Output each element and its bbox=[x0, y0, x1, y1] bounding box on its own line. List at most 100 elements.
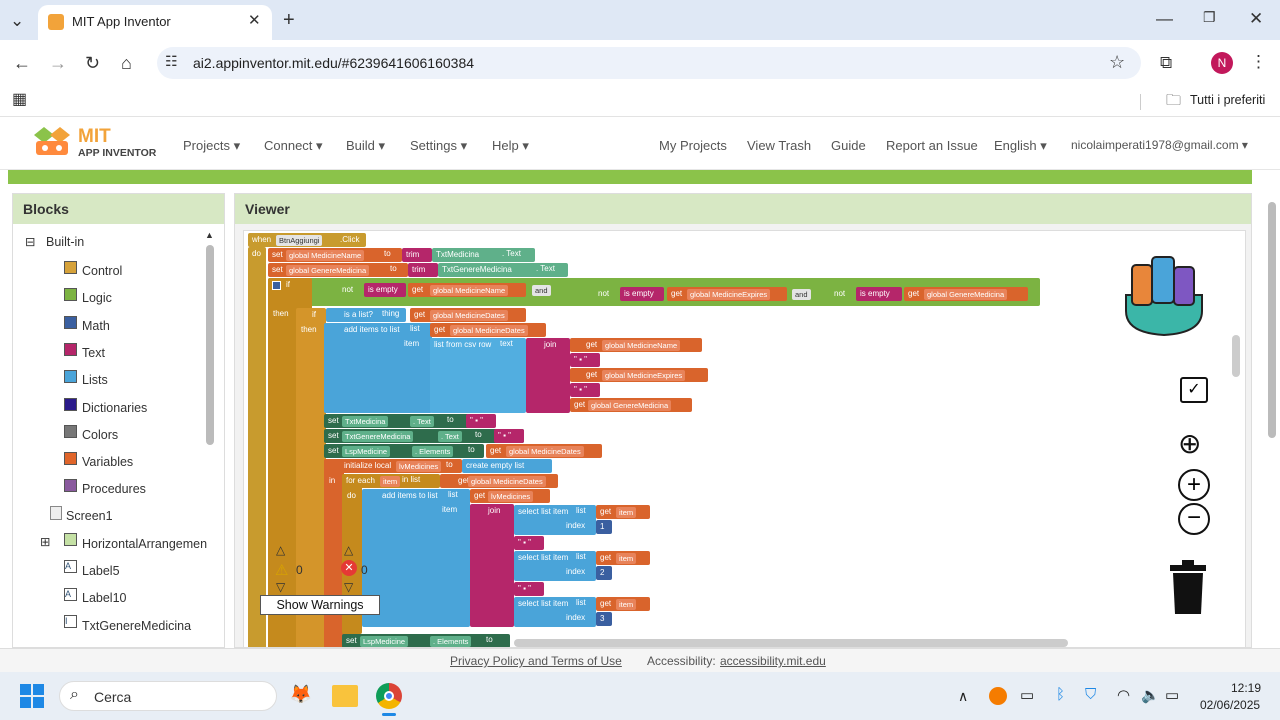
component-txtgeneremedicina[interactable]: TxtGenereMedicina bbox=[82, 619, 191, 633]
component-chip[interactable]: LspMedicine bbox=[342, 446, 391, 457]
volume-icon[interactable]: 🔈 bbox=[1141, 686, 1160, 704]
component-horizontal-arrangement[interactable]: HorizontalArrangemen bbox=[82, 537, 207, 551]
var-chip[interactable]: item bbox=[616, 599, 637, 610]
property-chip[interactable]: . Text bbox=[438, 431, 462, 442]
component-chip[interactable]: LspMedicine bbox=[360, 636, 409, 647]
menu-settings[interactable]: Settings ▾ bbox=[410, 138, 467, 154]
var-chip[interactable]: lvMedicines bbox=[488, 491, 534, 502]
index-number-block[interactable]: 2 bbox=[596, 566, 612, 580]
component-chip[interactable]: TxtMedicina bbox=[342, 416, 389, 427]
var-chip[interactable]: global GenereMedicina bbox=[588, 400, 672, 411]
omnibox[interactable]: ☷ ai2.appinventor.mit.edu/#6239641606160… bbox=[157, 47, 1141, 79]
var-chip[interactable]: item bbox=[616, 507, 637, 518]
bookmark-star-icon[interactable]: ☆ bbox=[1109, 53, 1125, 71]
property-chip[interactable]: . Text bbox=[410, 416, 434, 427]
component-label5[interactable]: Label5 bbox=[82, 564, 120, 578]
wifi-icon[interactable]: ◠ bbox=[1117, 686, 1130, 704]
accessibility-link[interactable]: accessibility.mit.edu bbox=[720, 654, 826, 668]
and-dropdown[interactable]: and bbox=[792, 289, 811, 300]
tray-app-icon[interactable] bbox=[989, 687, 1007, 705]
builtin-category-text[interactable]: Text bbox=[82, 346, 105, 360]
report-issue-link[interactable]: Report an Issue bbox=[886, 138, 978, 153]
show-warnings-button[interactable]: Show Warnings bbox=[260, 595, 380, 615]
init-local-header[interactable]: initialize local bbox=[324, 459, 462, 473]
recenter-icon[interactable]: ⊕ bbox=[1178, 427, 1201, 460]
battery-icon[interactable]: ▭ bbox=[1165, 686, 1179, 704]
var-chip[interactable]: item bbox=[616, 553, 637, 564]
gimp-app-icon[interactable]: 🦊 bbox=[288, 684, 314, 708]
extensions-icon[interactable]: ⧉ bbox=[1160, 54, 1172, 71]
property-chip[interactable]: . Elements bbox=[412, 446, 454, 457]
var-chip[interactable]: global MedicineDates bbox=[450, 325, 528, 336]
var-chip[interactable]: global MedicineDates bbox=[506, 446, 584, 457]
local-var-chip[interactable]: lvMedicines bbox=[396, 461, 442, 472]
zoom-out-icon[interactable]: − bbox=[1178, 503, 1210, 535]
var-chip[interactable]: global GenereMedicina bbox=[924, 289, 1008, 300]
component-chip[interactable]: TxtGenereMedicina bbox=[342, 431, 414, 442]
new-tab-icon[interactable]: + bbox=[283, 10, 295, 30]
browser-tab[interactable]: MIT App Inventor ✕ bbox=[38, 5, 272, 40]
url-text[interactable]: ai2.appinventor.mit.edu/#623964160616038… bbox=[193, 55, 474, 71]
builtin-toggle-icon[interactable]: ⊟ bbox=[25, 234, 35, 249]
var-chip[interactable]: global MedicineDates bbox=[468, 476, 546, 487]
builtin-category-control[interactable]: Control bbox=[82, 264, 122, 278]
taskbar-search[interactable]: ⌕ Cerca bbox=[59, 681, 277, 711]
bluetooth-icon[interactable]: ᛒ bbox=[1056, 686, 1065, 703]
builtin-label[interactable]: Built-in bbox=[46, 235, 84, 249]
file-explorer-icon[interactable] bbox=[332, 685, 358, 707]
index-number-block[interactable]: 3 bbox=[596, 612, 612, 626]
builtin-category-lists[interactable]: Lists bbox=[82, 373, 108, 387]
close-window-icon[interactable]: ✕ bbox=[1249, 10, 1263, 27]
chrome-menu-icon[interactable]: ⋮ bbox=[1250, 53, 1267, 70]
workspace-h-scrollbar[interactable] bbox=[514, 639, 1068, 647]
property-chip[interactable]: . Elements bbox=[430, 636, 472, 647]
restore-icon[interactable]: ❐ bbox=[1203, 10, 1216, 24]
and-dropdown[interactable]: and bbox=[532, 285, 551, 296]
mit-logo-icon[interactable] bbox=[30, 125, 74, 161]
text-block[interactable]: " ▪ " bbox=[466, 414, 496, 428]
minimize-icon[interactable]: — bbox=[1156, 10, 1173, 27]
is-empty-block[interactable]: is empty bbox=[620, 287, 664, 301]
privacy-link[interactable]: Privacy Policy and Terms of Use bbox=[450, 654, 622, 668]
all-bookmarks-link[interactable]: Tutti i preferiti bbox=[1190, 93, 1265, 107]
menu-projects[interactable]: Projects ▾ bbox=[183, 138, 240, 154]
trim-block[interactable]: trim bbox=[408, 263, 438, 277]
is-empty-block[interactable]: is empty bbox=[856, 287, 902, 301]
add-items-block[interactable]: add items to list bbox=[324, 323, 432, 413]
menu-connect[interactable]: Connect ▾ bbox=[264, 138, 323, 154]
screen1-label[interactable]: Screen1 bbox=[66, 509, 113, 523]
network-device-icon[interactable]: ▭ bbox=[1020, 686, 1034, 704]
blocks-scrollbar[interactable] bbox=[206, 245, 214, 445]
clock-date[interactable]: 02/06/2025 bbox=[1200, 698, 1260, 712]
show-hidden-icons-icon[interactable]: ∧ bbox=[958, 688, 968, 705]
text-block[interactable]: " ▪ " bbox=[570, 353, 600, 367]
event-component[interactable]: BtnAggiungi bbox=[276, 235, 323, 246]
trim-block[interactable]: trim bbox=[402, 248, 432, 262]
warning-up-arrow-icon[interactable]: △ bbox=[276, 543, 285, 557]
toggle-blocks-icon[interactable]: ✓ bbox=[1180, 377, 1208, 403]
builtin-category-variables[interactable]: Variables bbox=[82, 455, 133, 469]
join-block[interactable]: join bbox=[526, 338, 570, 413]
text-block[interactable]: " ▪ " bbox=[514, 582, 544, 596]
site-info-icon[interactable]: ☷ bbox=[165, 54, 178, 68]
profile-avatar[interactable]: N bbox=[1211, 52, 1233, 74]
close-tab-icon[interactable]: ✕ bbox=[248, 13, 261, 28]
scroll-up-icon[interactable]: ▲ bbox=[205, 231, 214, 240]
warning-down-arrow-icon[interactable]: ▽ bbox=[276, 580, 285, 594]
expand-icon[interactable]: ⊞ bbox=[40, 534, 50, 549]
var-chip[interactable]: global GenereMedicina bbox=[286, 265, 370, 276]
loop-var-chip[interactable]: item bbox=[380, 476, 401, 487]
clock-time[interactable]: 12:19 bbox=[1231, 681, 1261, 695]
var-chip[interactable]: global MedicineExpires bbox=[687, 289, 771, 300]
text-block[interactable]: " ▪ " bbox=[570, 383, 600, 397]
guide-link[interactable]: Guide bbox=[831, 138, 866, 153]
var-chip[interactable]: global MedicineDates bbox=[430, 310, 508, 321]
var-chip[interactable]: global MedicineName bbox=[430, 285, 509, 296]
backpack-icon[interactable] bbox=[1118, 251, 1210, 339]
is-empty-block[interactable]: is empty bbox=[364, 283, 406, 297]
builtin-category-math[interactable]: Math bbox=[82, 319, 110, 333]
language-menu[interactable]: English ▾ bbox=[994, 138, 1047, 154]
apps-grid-icon[interactable]: ▦ bbox=[12, 92, 27, 108]
join-block[interactable]: join bbox=[470, 504, 514, 627]
var-chip[interactable]: global MedicineName bbox=[602, 340, 681, 351]
